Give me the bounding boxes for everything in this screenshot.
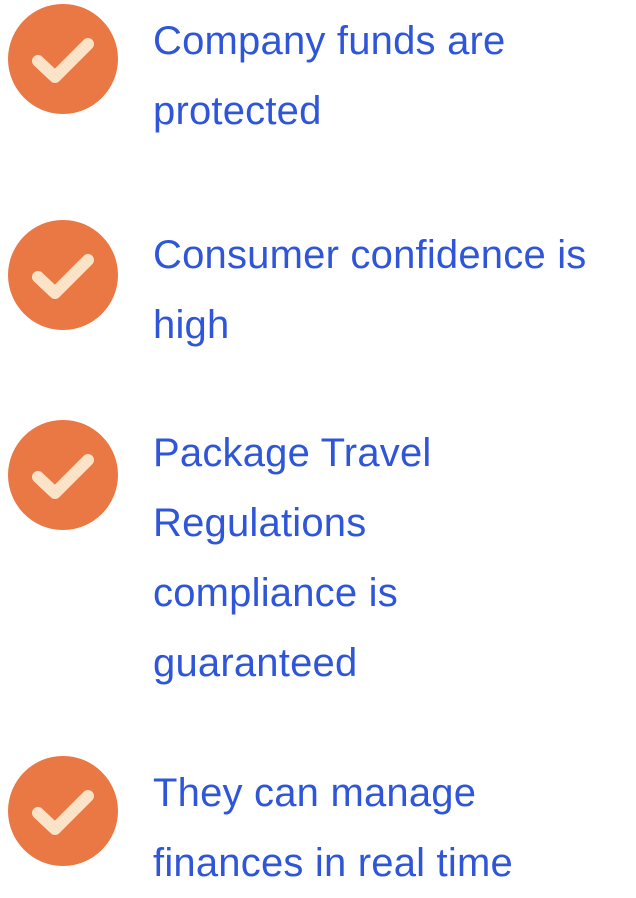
benefit-text: Package Travel Regulations compliance is… — [153, 431, 432, 685]
checkmark-circle-icon — [8, 756, 118, 866]
checkmark-circle-icon — [8, 220, 118, 330]
benefits-list: Company funds are protected Consumer con… — [0, 0, 636, 885]
checkmark-circle-icon — [8, 4, 118, 114]
benefit-text: Consumer confidence is high — [153, 233, 587, 347]
benefit-text: They can manage finances in real time — [153, 771, 513, 885]
benefit-text: Company funds are protected — [153, 19, 506, 133]
checkmark-circle-icon — [8, 420, 118, 530]
